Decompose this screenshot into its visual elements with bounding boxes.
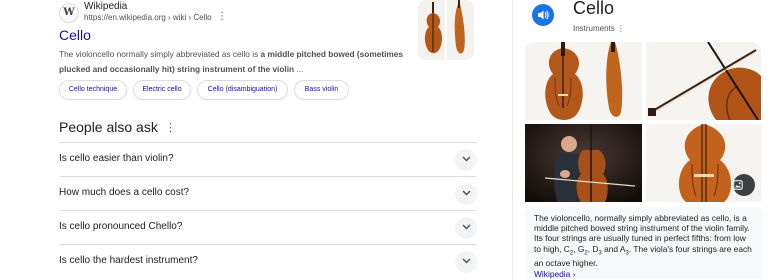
knowledge-panel-subtitle[interactable]: Instruments ⋮ [573, 24, 625, 33]
chevron-down-icon[interactable] [455, 149, 477, 171]
paa-question[interactable]: Is cello pronounced Chello? [59, 210, 477, 245]
knowledge-panel-title: Cello [573, 0, 615, 18]
knowledge-panel: Cello Instruments ⋮ The violoncello, nor… [513, 0, 768, 279]
image-search-icon[interactable] [733, 174, 755, 196]
result-thumbnail-image[interactable] [418, 0, 474, 60]
chevron-down-icon[interactable] [455, 217, 477, 239]
paa-question[interactable]: Is cello the hardest instrument? [59, 244, 477, 279]
chip-electric-cello[interactable]: Electric cello [133, 80, 191, 100]
related-chips: Cello technique Electric cello Cello (di… [59, 80, 419, 100]
result-title-link[interactable]: Cello [59, 27, 91, 43]
more-vert-icon[interactable]: ⋮ [217, 12, 227, 22]
wikipedia-favicon-icon: W [59, 3, 79, 23]
cello-closeup-image[interactable] [646, 124, 761, 202]
paa-question-text: Is cello the hardest instrument? [59, 255, 198, 266]
cello-player-image[interactable] [525, 124, 642, 202]
people-also-ask-heading: People also ask [59, 119, 158, 135]
paa-question-text: Is cello pronounced Chello? [59, 221, 183, 232]
chip-bass-violin[interactable]: Bass violin [294, 80, 349, 100]
wikipedia-link[interactable]: Wikipedia › [534, 269, 575, 279]
search-results: W Wikipedia https://en.wikipedia.org › w… [0, 0, 500, 279]
paa-question[interactable]: Is cello easier than violin? [59, 142, 477, 177]
site-name: Wikipedia [84, 1, 128, 12]
chip-cello-disambiguation[interactable]: Cello (disambiguation) [197, 80, 288, 100]
chip-cello-technique[interactable]: Cello technique [59, 80, 127, 100]
knowledge-panel-description: The violoncello, normally simply abbrevi… [525, 207, 763, 279]
chevron-down-icon[interactable] [455, 183, 477, 205]
chevron-down-icon[interactable] [455, 251, 477, 273]
paa-question-text: Is cello easier than violin? [59, 153, 174, 164]
cello-image-2[interactable] [646, 42, 761, 120]
paa-question-text: How much does a cello cost? [59, 187, 190, 198]
result-snippet: The violoncello normally simply abbrevia… [59, 49, 403, 74]
cello-image-1[interactable] [525, 42, 642, 120]
speaker-icon[interactable] [532, 4, 554, 26]
image-grid [525, 42, 761, 202]
result-source[interactable]: W Wikipedia https://en.wikipedia.org › w… [59, 0, 419, 26]
more-vert-icon[interactable]: ⋮ [617, 24, 625, 33]
site-url: https://en.wikipedia.org › wiki › Cello [84, 13, 212, 22]
paa-question[interactable]: How much does a cello cost? [59, 176, 477, 211]
more-vert-icon[interactable]: ⋮ [165, 121, 176, 134]
